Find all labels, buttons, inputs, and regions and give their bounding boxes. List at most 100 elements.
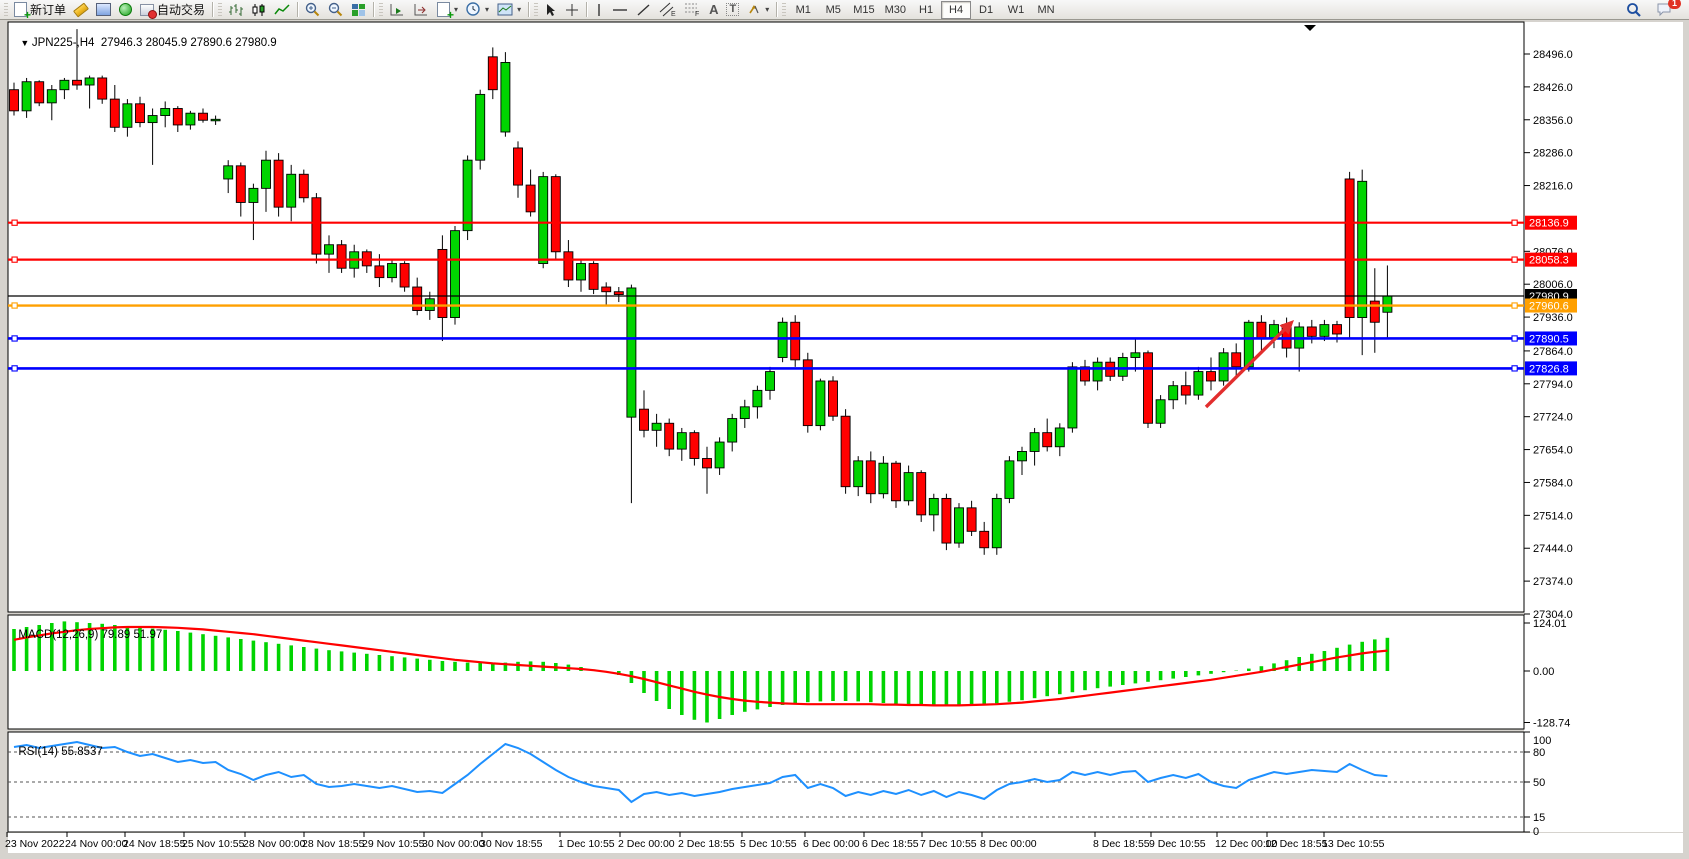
svg-text:9 Dec 10:55: 9 Dec 10:55 xyxy=(1149,838,1206,850)
vertical-line-icon xyxy=(594,3,604,17)
svg-text:F: F xyxy=(695,11,699,17)
tab-m15[interactable]: M15 xyxy=(848,1,879,19)
svg-text:29 Nov 10:55: 29 Nov 10:55 xyxy=(362,838,425,850)
text-icon: A xyxy=(709,3,718,16)
chart-title: ▼ JPN225-,H4 27946.3 28045.9 27890.6 279… xyxy=(14,25,277,49)
highlighter-button[interactable] xyxy=(70,1,92,19)
auto-scroll-icon xyxy=(389,3,405,17)
text-label-button[interactable]: T xyxy=(722,1,743,19)
zoom-out-icon xyxy=(328,2,343,17)
new-chart-button[interactable]: ▾ xyxy=(433,1,462,19)
chart-menu-icon[interactable]: ▼ xyxy=(20,38,31,48)
svg-text:8 Dec 18:55: 8 Dec 18:55 xyxy=(1093,838,1150,850)
candlestick-chart-button[interactable] xyxy=(247,1,270,19)
svg-text:80: 80 xyxy=(1533,747,1545,759)
new-order-button[interactable]: 新订单 xyxy=(10,1,70,19)
tile-windows-button[interactable] xyxy=(347,1,370,19)
autotrading-label: 自动交易 xyxy=(157,1,205,18)
cursor-button[interactable] xyxy=(540,1,561,19)
tab-m1[interactable]: M1 xyxy=(788,1,818,19)
profiles-icon xyxy=(497,3,513,16)
vertical-line-button[interactable] xyxy=(590,1,608,19)
line-chart-icon xyxy=(274,3,290,16)
tab-h1[interactable]: H1 xyxy=(911,1,941,19)
svg-text:E: E xyxy=(671,11,676,17)
trendline-button[interactable] xyxy=(632,1,655,19)
svg-text:124.01: 124.01 xyxy=(1533,618,1567,630)
new-order-icon xyxy=(14,2,27,17)
zoom-in-icon xyxy=(305,2,320,17)
svg-text:30 Nov 18:55: 30 Nov 18:55 xyxy=(480,838,543,850)
metaeditor-icon xyxy=(96,3,111,16)
notification-badge: 1 xyxy=(1668,0,1681,9)
bar-chart-icon xyxy=(228,3,243,17)
macd-label: MACD(12,26,9) 79.89 51.97 xyxy=(12,617,162,641)
svg-text:6 Dec 00:00: 6 Dec 00:00 xyxy=(803,838,860,850)
chart-shift-button[interactable] xyxy=(409,1,433,19)
svg-text:25 Nov 10:55: 25 Nov 10:55 xyxy=(182,838,245,850)
tab-m5[interactable]: M5 xyxy=(818,1,848,19)
new-order-label: 新订单 xyxy=(30,1,66,18)
text-button[interactable]: A xyxy=(705,1,722,19)
chart-shift-icon xyxy=(413,3,429,17)
fibonacci-icon: F xyxy=(684,2,701,17)
toolbar: 新订单 自动交易 ▾ ▾ ▾ xyxy=(0,0,1689,20)
arrows-icon xyxy=(747,3,761,16)
chat-button[interactable]: 1 xyxy=(1652,1,1677,19)
svg-text:28426.0: 28426.0 xyxy=(1533,82,1573,94)
horizontal-line-button[interactable] xyxy=(608,1,632,19)
signal-button[interactable] xyxy=(115,1,136,19)
arrows-button[interactable]: ▾ xyxy=(743,1,773,19)
tab-m30[interactable]: M30 xyxy=(880,1,911,19)
zoom-in-button[interactable] xyxy=(301,1,324,19)
bar-chart-button[interactable] xyxy=(224,1,247,19)
svg-text:27584.0: 27584.0 xyxy=(1533,477,1573,489)
chart-canvas[interactable]: 28496.028426.028356.028286.028216.028076… xyxy=(0,0,1689,859)
auto-scroll-button[interactable] xyxy=(385,1,409,19)
chevron-down-icon: ▾ xyxy=(765,5,769,14)
rsi-pane[interactable] xyxy=(8,732,1524,832)
svg-text:5 Dec 10:55: 5 Dec 10:55 xyxy=(740,838,797,850)
chevron-down-icon: ▾ xyxy=(517,5,521,14)
tab-mn[interactable]: MN xyxy=(1031,1,1061,19)
toolbar-grip xyxy=(4,3,8,17)
chevron-down-icon: ▾ xyxy=(485,5,489,14)
svg-text:27514.0: 27514.0 xyxy=(1533,510,1573,522)
svg-text:2 Dec 18:55: 2 Dec 18:55 xyxy=(678,838,735,850)
trendline-icon xyxy=(636,3,651,17)
svg-text:24 Nov 00:00: 24 Nov 00:00 xyxy=(65,838,128,850)
rsi-value: 55.8537 xyxy=(61,746,103,758)
svg-text:28 Nov 00:00: 28 Nov 00:00 xyxy=(243,838,306,850)
tab-w1[interactable]: W1 xyxy=(1001,1,1031,19)
search-button[interactable] xyxy=(1622,1,1646,19)
svg-text:7 Dec 10:55: 7 Dec 10:55 xyxy=(920,838,977,850)
main-pane[interactable] xyxy=(8,22,1524,612)
periodicity-button[interactable]: ▾ xyxy=(462,1,493,19)
autotrading-icon xyxy=(140,4,154,16)
svg-text:13 Dec 10:55: 13 Dec 10:55 xyxy=(1322,838,1385,850)
candlestick-chart-icon xyxy=(251,3,266,17)
svg-text:28496.0: 28496.0 xyxy=(1533,49,1573,61)
zoom-out-button[interactable] xyxy=(324,1,347,19)
svg-text:27826.8: 27826.8 xyxy=(1529,363,1569,375)
svg-text:2 Dec 00:00: 2 Dec 00:00 xyxy=(618,838,675,850)
tab-d1[interactable]: D1 xyxy=(971,1,1001,19)
tab-h4[interactable]: H4 xyxy=(941,1,971,19)
fibonacci-button[interactable]: F xyxy=(680,1,705,19)
metaeditor-button[interactable] xyxy=(92,1,115,19)
svg-text:27374.0: 27374.0 xyxy=(1533,576,1573,588)
autotrading-button[interactable]: 自动交易 xyxy=(136,1,209,19)
mt4-window: { "toolbar": { "new_order_label": "新订单",… xyxy=(0,0,1689,859)
svg-text:50: 50 xyxy=(1533,777,1545,789)
rsi-label: RSI(14) 55.8537 xyxy=(12,734,103,758)
line-chart-button[interactable] xyxy=(270,1,294,19)
clock-icon xyxy=(466,2,481,17)
equidistant-channel-icon: E xyxy=(659,2,676,17)
svg-text:-128.74: -128.74 xyxy=(1533,717,1570,729)
crosshair-button[interactable] xyxy=(561,1,583,19)
profiles-button[interactable]: ▾ xyxy=(493,1,525,19)
svg-text:0: 0 xyxy=(1533,826,1539,838)
svg-text:15: 15 xyxy=(1533,812,1545,824)
svg-text:100: 100 xyxy=(1533,735,1551,747)
equidistant-channel-button[interactable]: E xyxy=(655,1,680,19)
